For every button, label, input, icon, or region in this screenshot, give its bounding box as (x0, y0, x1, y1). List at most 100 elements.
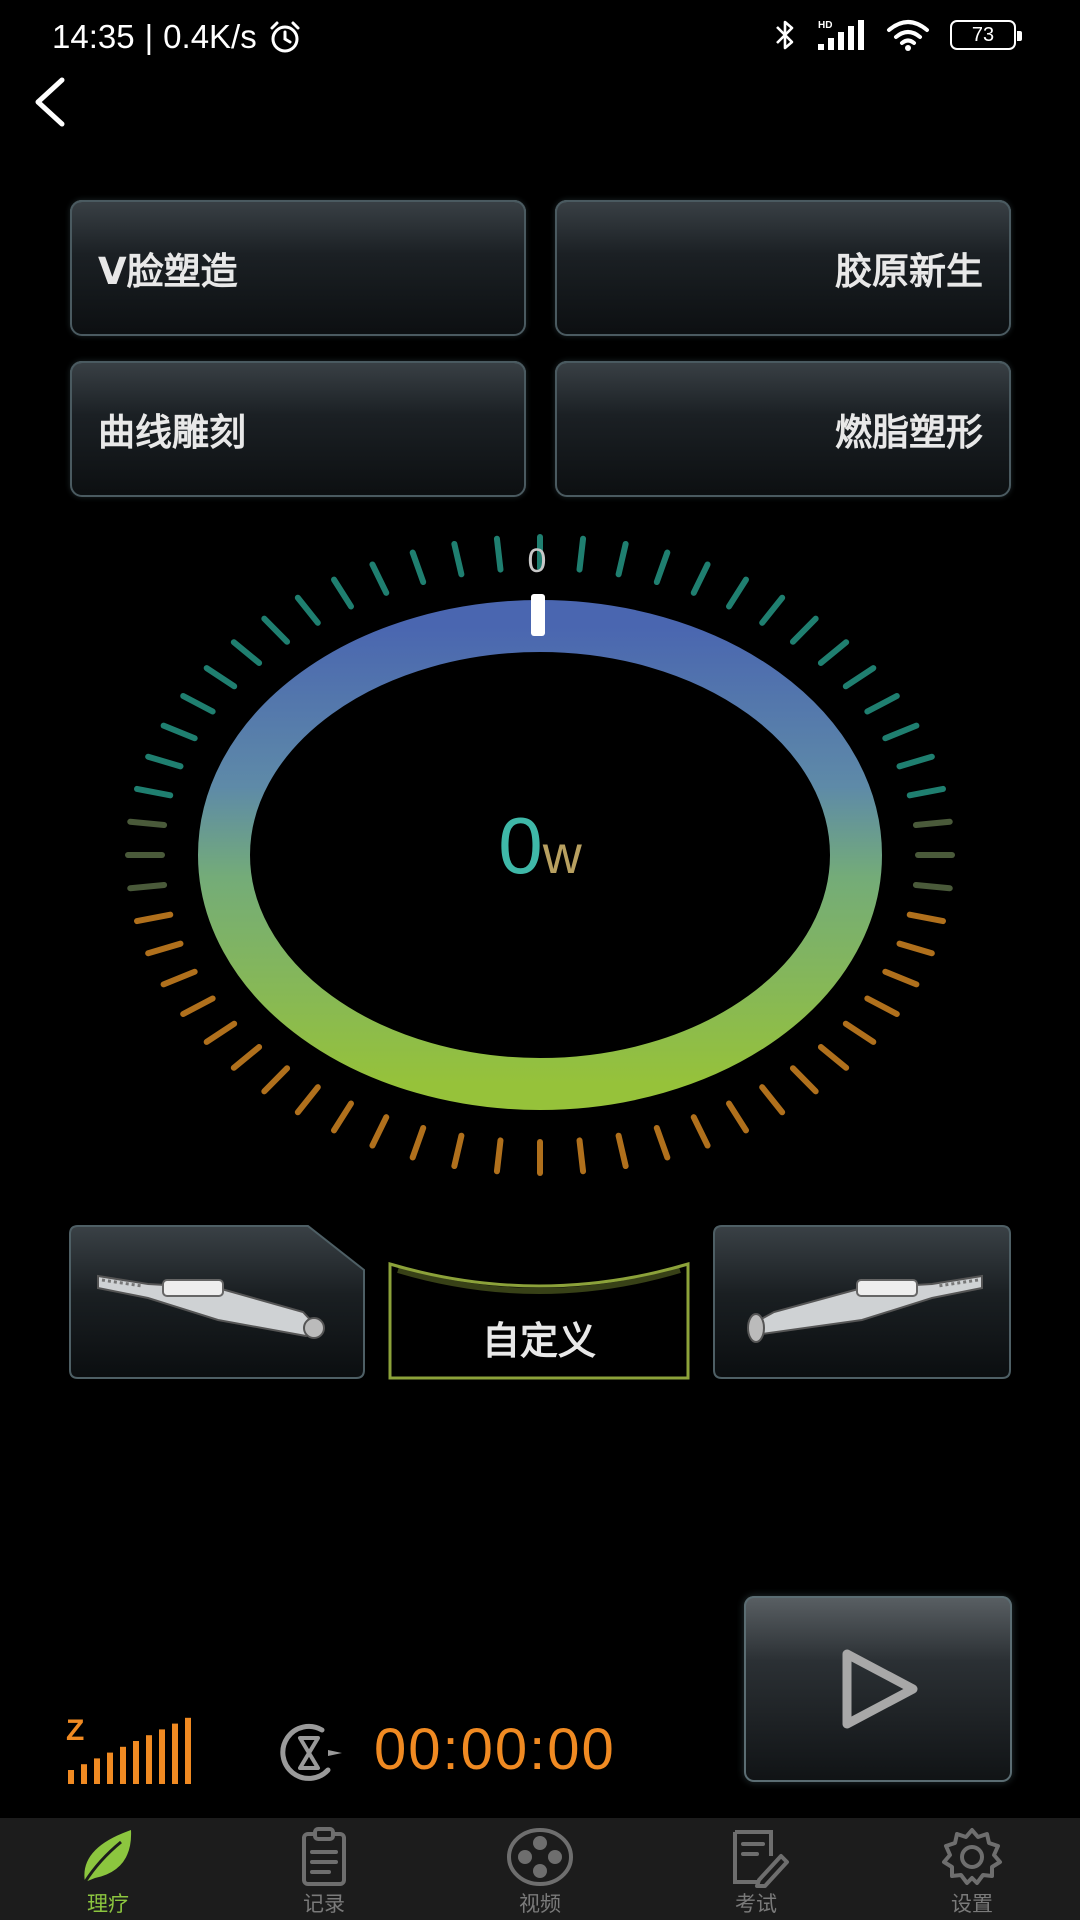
gauge-tick (882, 722, 920, 742)
film-reel-icon (507, 1828, 573, 1886)
tab-video[interactable]: 视频 (432, 1818, 648, 1920)
battery-level: 73 (971, 23, 995, 46)
gauge-tick (896, 940, 935, 957)
status-network-speed: 0.4K/s (163, 18, 257, 55)
intensity-bar (68, 1770, 74, 1784)
gauge-tick (145, 753, 184, 770)
status-bar: 14:35 | 0.4K/s HD 73 (0, 0, 1080, 80)
leaf-icon (83, 1830, 132, 1883)
intensity-bar (146, 1735, 152, 1784)
gauge-tick (690, 561, 711, 596)
gauge-tick (127, 881, 168, 892)
gauge-tick (906, 911, 946, 925)
gauge-tick (230, 639, 263, 666)
intensity-level-icon: Z (66, 1714, 191, 1784)
timer-display: 00:00:00 (374, 1717, 616, 1782)
intensity-bar (159, 1729, 165, 1784)
mode-button-collagen[interactable]: 胶原新生 (555, 200, 1011, 336)
gauge-pointer[interactable] (531, 594, 545, 636)
intensity-bar (133, 1741, 139, 1784)
gauge-tick (127, 818, 168, 829)
mode-button-fat[interactable]: 燃脂塑形 (555, 361, 1011, 497)
intensity-bar (94, 1758, 100, 1784)
intensity-bar (81, 1764, 87, 1784)
gauge-tick (906, 785, 946, 799)
gauge-tick (842, 665, 877, 690)
power-value: 0 (498, 801, 543, 890)
intensity-bar (185, 1717, 191, 1784)
gauge-tick (203, 1020, 238, 1045)
mode-label: 曲线雕刻 (98, 411, 246, 454)
mode-label: 燃脂塑形 (835, 411, 983, 454)
tab-therapy[interactable]: 理疗 (0, 1818, 216, 1920)
gauge-tick (331, 1100, 354, 1134)
gauge-tick (180, 995, 216, 1017)
mode-label: V脸塑造 (98, 250, 238, 293)
intensity-label: Z (66, 1714, 84, 1747)
gauge-tick (493, 535, 504, 573)
tab-settings[interactable]: 设置 (864, 1818, 1080, 1920)
gauge-tick (726, 576, 749, 610)
gauge-tick (726, 1100, 749, 1134)
hourglass-timer-icon (280, 1723, 342, 1781)
status-time: 14:35 (52, 18, 135, 55)
gauge-tick (864, 693, 900, 715)
mode-label: 胶原新生 (835, 250, 983, 293)
gauge-tick (331, 576, 354, 610)
gauge-tick (134, 785, 174, 799)
mode-button-curve[interactable]: 曲线雕刻 (70, 361, 526, 497)
tab-label: 理疗 (87, 1892, 129, 1916)
tab-label: 记录 (303, 1892, 345, 1916)
status-right: HD 73 (774, 18, 1022, 52)
gauge-tick (576, 1137, 587, 1175)
custom-label: 自定义 (481, 1319, 596, 1363)
gauge-tick (653, 549, 671, 586)
clipboard-icon (302, 1827, 346, 1886)
gauge-tick (409, 1124, 427, 1161)
battery-indicator: 73 (950, 20, 1022, 50)
gauge-tick (896, 753, 935, 770)
gauge-tick (409, 549, 427, 586)
gauge-tick (912, 818, 953, 829)
gauge-tick (261, 615, 291, 645)
gauge-tick (230, 1044, 263, 1071)
gauge-tick (615, 1132, 629, 1170)
gauge-tick (817, 639, 850, 666)
gauge-tick (789, 1065, 819, 1095)
gear-icon (942, 1828, 1002, 1885)
tab-bar: 理疗 记录 视频 考试 设置 (0, 1818, 1080, 1920)
gauge-tick (134, 911, 174, 925)
play-button[interactable] (744, 1596, 1012, 1782)
status-separator: | (144, 18, 154, 55)
gauge-tick (576, 535, 587, 573)
status-left: 14:35 | 0.4K/s (52, 18, 303, 56)
tab-label: 设置 (951, 1892, 993, 1916)
gauge-tick (842, 1020, 877, 1045)
back-arrow-icon[interactable] (28, 72, 78, 128)
gauge-tick (160, 968, 198, 988)
gauge-tick (864, 995, 900, 1017)
gauge-tick (180, 693, 216, 715)
gauge-tick (912, 881, 953, 892)
gauge-tick (261, 1065, 291, 1095)
play-icon (842, 1649, 918, 1729)
gauge-tick (451, 1132, 465, 1170)
gauge-tick (203, 665, 238, 690)
alarm-icon (270, 21, 300, 53)
gauge-tick (451, 540, 465, 578)
tab-exam[interactable]: 考试 (648, 1818, 864, 1920)
power-readout: 0w (440, 800, 640, 892)
handpiece-left-button[interactable] (68, 1224, 366, 1380)
mode-button-v-face[interactable]: V脸塑造 (70, 200, 526, 336)
handpiece-right-button[interactable] (712, 1224, 1012, 1380)
bluetooth-icon (776, 20, 794, 50)
gauge-tick (789, 615, 819, 645)
cellular-signal-icon: HD (818, 20, 864, 50)
gauge-zero-label: 0 (528, 542, 547, 580)
gauge-tick (369, 1114, 390, 1149)
tab-records[interactable]: 记录 (216, 1818, 432, 1920)
gauge-tick (160, 722, 198, 742)
gauge-tick (817, 1044, 850, 1071)
signal-hd-label: HD (818, 20, 832, 31)
gauge-tick (369, 561, 390, 596)
